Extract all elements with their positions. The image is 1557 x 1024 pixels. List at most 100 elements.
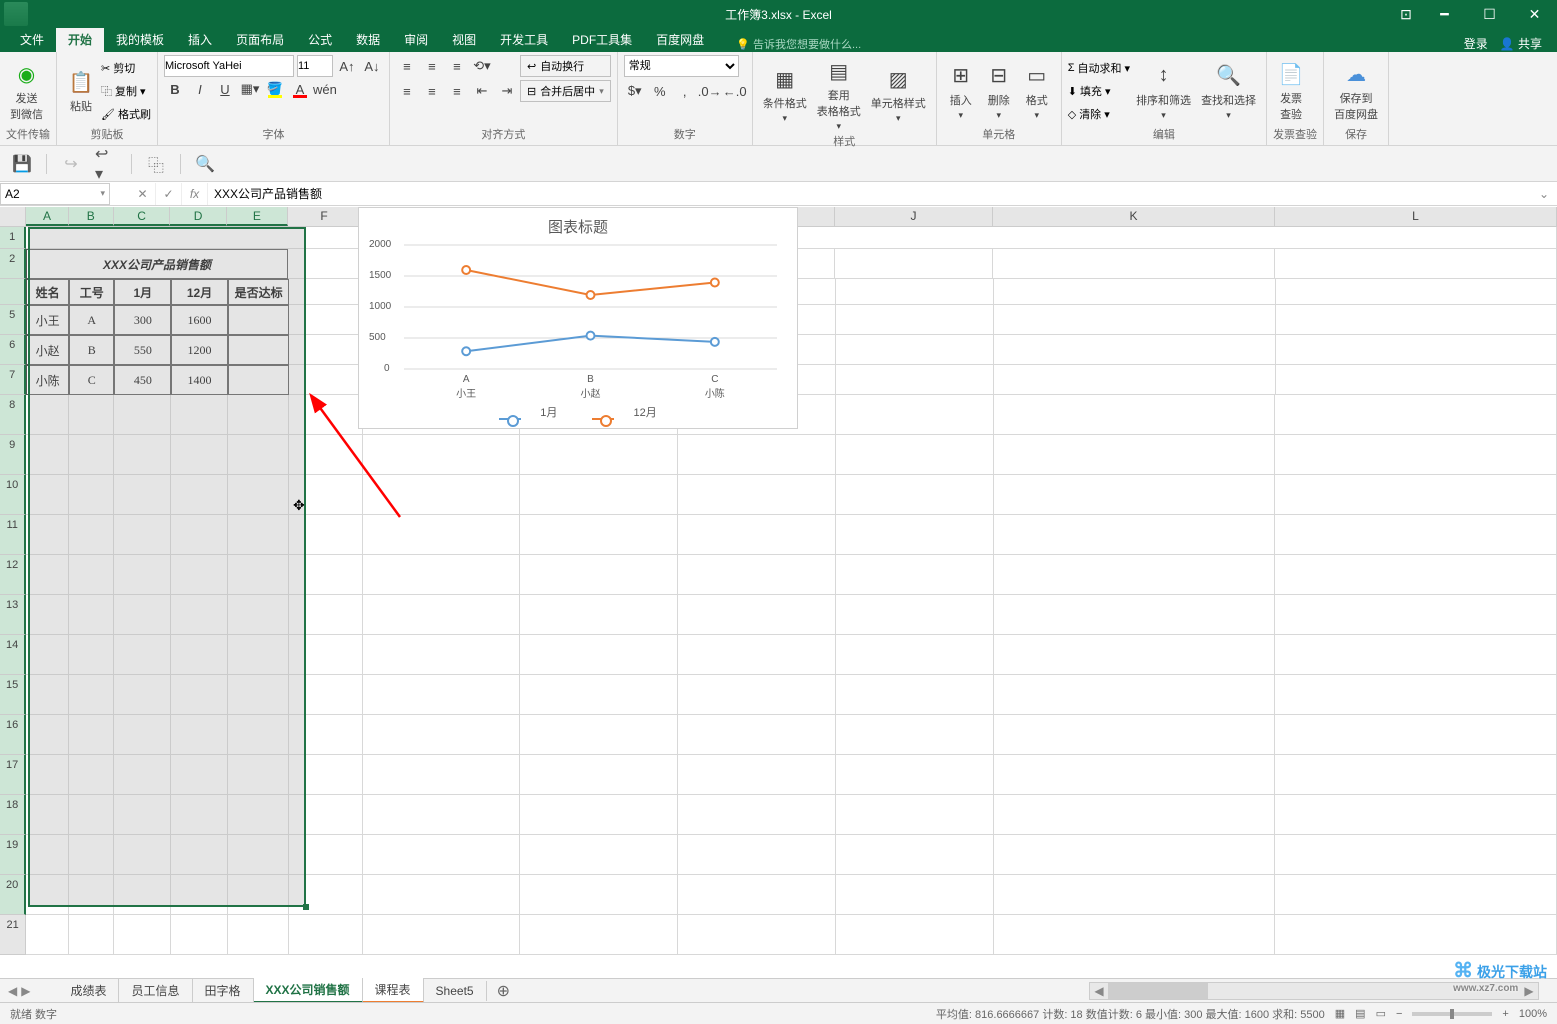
cell[interactable] (1275, 675, 1557, 715)
clear-button[interactable]: ◇清除 ▾ (1068, 103, 1130, 125)
row-header[interactable]: 19 (0, 835, 26, 875)
cell[interactable] (994, 435, 1276, 475)
cell[interactable] (678, 635, 836, 675)
cell[interactable] (1276, 365, 1557, 395)
cell[interactable] (994, 715, 1276, 755)
cell[interactable] (836, 835, 994, 875)
cell[interactable] (678, 595, 836, 635)
align-right-button[interactable]: ≡ (446, 80, 468, 102)
cell[interactable] (836, 555, 994, 595)
tab-formulas[interactable]: 公式 (296, 27, 344, 52)
italic-button[interactable]: I (189, 78, 211, 100)
view-normal-button[interactable]: ▦ (1335, 1007, 1345, 1020)
cell[interactable] (363, 635, 521, 675)
insert-function-button[interactable]: fx (182, 183, 208, 205)
cell[interactable] (363, 795, 521, 835)
cell[interactable] (994, 335, 1275, 365)
tab-developer[interactable]: 开发工具 (488, 27, 560, 52)
cell[interactable] (1275, 715, 1557, 755)
cell[interactable] (1275, 835, 1557, 875)
cell[interactable] (835, 249, 993, 279)
cell[interactable] (228, 915, 289, 955)
cell[interactable] (994, 635, 1276, 675)
cancel-formula-button[interactable]: ✕ (130, 183, 156, 205)
col-header-E[interactable]: E (227, 207, 288, 226)
print-preview-button[interactable]: 🔍 (193, 152, 217, 176)
cell[interactable] (994, 365, 1275, 395)
cell[interactable] (994, 795, 1276, 835)
font-name-select[interactable] (164, 55, 294, 77)
cell[interactable] (520, 515, 678, 555)
cell[interactable] (994, 279, 1275, 305)
col-header-K[interactable]: K (993, 207, 1275, 226)
align-center-button[interactable]: ≡ (421, 80, 443, 102)
cell[interactable] (520, 435, 678, 475)
cell[interactable] (1275, 395, 1557, 435)
cell[interactable] (678, 435, 836, 475)
ribbon-options-icon[interactable]: ⊡ (1390, 0, 1422, 28)
select-all-corner[interactable] (0, 207, 26, 226)
cell[interactable] (836, 875, 994, 915)
cell[interactable] (994, 555, 1276, 595)
cell[interactable] (520, 595, 678, 635)
zoom-out-button[interactable]: − (1396, 1008, 1402, 1020)
row-header[interactable]: 16 (0, 715, 26, 755)
zoom-level[interactable]: 100% (1519, 1008, 1547, 1020)
cell[interactable] (520, 835, 678, 875)
number-format-select[interactable]: 常规 (624, 55, 739, 77)
cell[interactable] (363, 595, 521, 635)
qat-copy-button[interactable]: ⿻ (144, 152, 168, 176)
cell[interactable] (994, 835, 1276, 875)
sheet-nav-first[interactable]: ◀ (8, 984, 17, 998)
chart-plot-area[interactable]: 2000 1500 1000 500 0 (404, 245, 777, 370)
border-button[interactable]: ▦▾ (239, 78, 261, 100)
cell[interactable] (678, 795, 836, 835)
delete-cells-button[interactable]: ⊟删除▾ (981, 55, 1017, 127)
decrease-font-button[interactable]: A↓ (361, 55, 383, 77)
format-painter-button[interactable]: 🖌格式刷 (101, 103, 151, 125)
row-header[interactable]: 1 (0, 227, 26, 249)
cell[interactable] (994, 305, 1275, 335)
insert-cells-button[interactable]: ⊞插入▾ (943, 55, 979, 127)
font-color-button[interactable]: A (289, 78, 311, 100)
phonetic-button[interactable]: wén (314, 78, 336, 100)
row-header[interactable]: 9 (0, 435, 26, 475)
currency-button[interactable]: $▾ (624, 80, 646, 102)
cell[interactable] (520, 875, 678, 915)
row-header[interactable]: 8 (0, 395, 26, 435)
login-link[interactable]: 登录 (1464, 35, 1488, 52)
name-box[interactable]: A2▾ (0, 183, 110, 205)
align-middle-button[interactable]: ≡ (421, 55, 443, 77)
spreadsheet-grid[interactable]: A B C D E F G H I J K L 12XXX公司产品销售额姓名工号… (0, 207, 1557, 978)
bold-button[interactable]: B (164, 78, 186, 100)
fill-button[interactable]: ⬇填充 ▾ (1068, 80, 1130, 102)
row-header[interactable] (0, 279, 26, 305)
font-size-select[interactable] (297, 55, 333, 77)
cell[interactable] (678, 715, 836, 755)
redo-button[interactable]: ↪ (59, 152, 83, 176)
cell[interactable] (363, 835, 521, 875)
decrease-decimal-button[interactable]: ←.0 (724, 80, 746, 102)
cell[interactable] (836, 715, 994, 755)
cell[interactable] (678, 755, 836, 795)
sort-filter-button[interactable]: ↕排序和筛选▾ (1132, 55, 1195, 127)
conditional-format-button[interactable]: ▦条件格式▾ (759, 55, 811, 134)
cell[interactable] (994, 755, 1276, 795)
indent-increase-button[interactable]: ⇥ (496, 80, 518, 102)
cell[interactable] (1275, 555, 1557, 595)
cell[interactable] (363, 555, 521, 595)
cell[interactable] (836, 675, 994, 715)
send-to-wechat-button[interactable]: ◉ 发送 到微信 (6, 55, 47, 127)
cell[interactable] (994, 675, 1276, 715)
col-header-L[interactable]: L (1275, 207, 1557, 226)
cell[interactable] (994, 875, 1276, 915)
row-header[interactable]: 21 (0, 915, 26, 955)
cell[interactable] (994, 475, 1276, 515)
cell[interactable] (1276, 279, 1557, 305)
tellme-search[interactable]: 💡 告诉我您想要做什么... (716, 36, 861, 52)
tab-file[interactable]: 文件 (8, 27, 56, 52)
find-select-button[interactable]: 🔍查找和选择▾ (1197, 55, 1260, 127)
formula-input[interactable]: XXX公司产品销售额 (208, 185, 1531, 202)
cell[interactable] (836, 915, 994, 955)
tab-baidu[interactable]: 百度网盘 (644, 27, 716, 52)
